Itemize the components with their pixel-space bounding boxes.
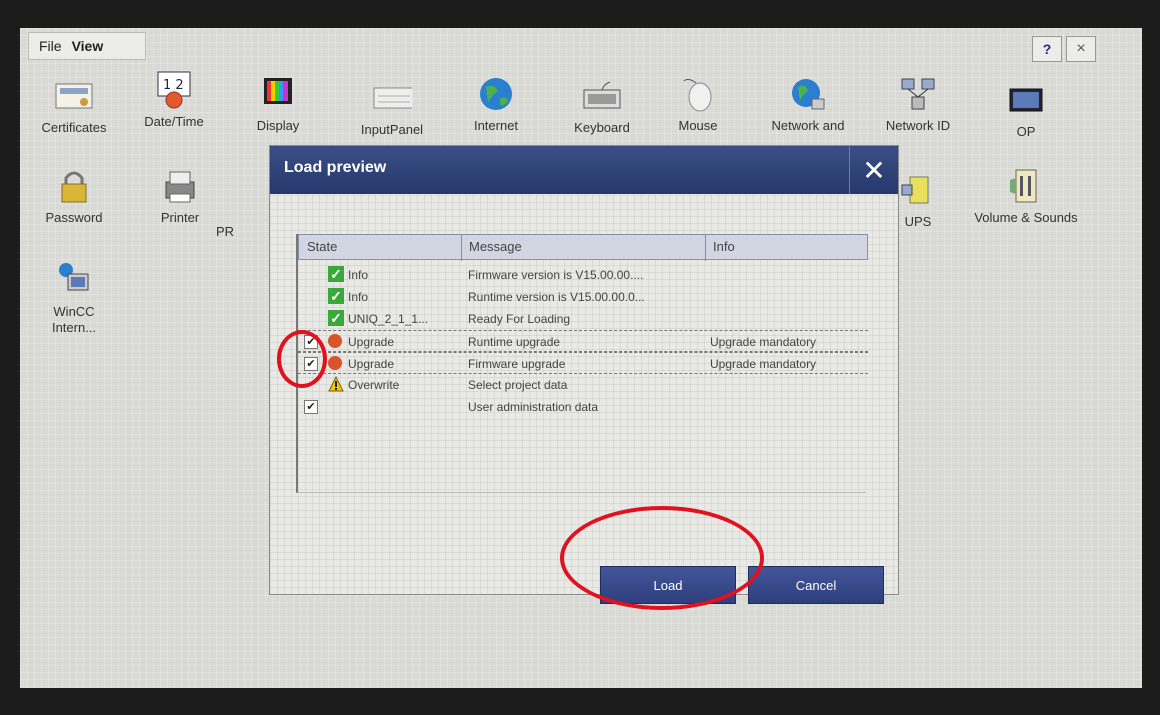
display-icon <box>258 76 298 112</box>
column-state[interactable]: State <box>307 239 337 254</box>
status-ok-icon: ✓ <box>328 266 344 282</box>
dialog-title-bar: Load preview ✕ <box>270 146 898 194</box>
certificate-icon <box>54 78 94 114</box>
table-row[interactable]: ✓ Info Firmware version is V15.00.00.... <box>298 264 868 286</box>
wincc-internet-icon <box>54 262 94 298</box>
network-globe-icon <box>788 76 828 112</box>
operator-panel-icon <box>1006 82 1046 118</box>
menu-file[interactable]: File <box>39 38 62 54</box>
dialog-close-button[interactable]: ✕ <box>849 146 898 194</box>
column-info[interactable]: Info <box>713 239 735 254</box>
calendar-clock-icon: 1 2 <box>154 71 194 109</box>
keyboard-icon <box>582 78 622 114</box>
table-header: State Message Info <box>298 234 868 261</box>
close-icon: × <box>1076 40 1086 57</box>
status-ok-icon: ✓ <box>328 310 344 326</box>
row-checkbox[interactable]: ✔ <box>304 335 318 349</box>
load-preview-table: State Message Info ✓ Info Firmware versi… <box>296 234 868 493</box>
keyboard-panel-icon <box>372 80 412 116</box>
upgrade-icon <box>328 356 342 370</box>
table-row[interactable]: ✔ Upgrade Firmware upgrade Upgrade manda… <box>298 352 868 374</box>
cp-item-password[interactable]: Password <box>22 168 126 226</box>
column-message[interactable]: Message <box>469 239 522 254</box>
load-button[interactable]: Load <box>600 566 736 604</box>
table-row[interactable]: ✓ UNIQ_2_1_1... Ready For Loading <box>298 308 868 330</box>
network-computers-icon <box>898 76 938 112</box>
cp-item-display[interactable]: Display <box>226 76 330 134</box>
cp-item-date-time[interactable]: 1 2 Date/Time <box>122 71 226 130</box>
ups-icon <box>898 172 938 208</box>
window-close-button[interactable]: × <box>1066 36 1096 62</box>
cancel-button[interactable]: Cancel <box>748 566 884 604</box>
cp-item-pr[interactable]: PR <box>216 224 256 240</box>
menu-view[interactable]: View <box>72 38 104 54</box>
cp-item-wincc-internet[interactable]: WinCC Intern... <box>22 262 126 336</box>
upgrade-icon <box>328 334 342 348</box>
hmi-screen: File View ? × Certificates 1 2 Date/Time… <box>20 28 1142 688</box>
cp-item-keyboard[interactable]: Keyboard <box>550 78 654 136</box>
cp-item-network-and[interactable]: Network and <box>756 76 860 134</box>
cp-item-internet[interactable]: Internet <box>444 76 548 134</box>
menu-bar: File View <box>28 32 146 60</box>
volume-icon <box>1006 168 1046 204</box>
load-preview-dialog: Load preview ✕ State Message Info ✓ Info… <box>270 146 898 604</box>
cp-item-volume-sounds[interactable]: Volume & Sounds <box>974 168 1078 226</box>
svg-text:1 2: 1 2 <box>163 78 184 93</box>
mouse-icon <box>678 76 718 112</box>
printer-icon <box>160 168 200 204</box>
cp-item-inputpanel[interactable]: InputPanel <box>340 80 444 138</box>
table-row[interactable]: ✔ Upgrade Runtime upgrade Upgrade mandat… <box>298 330 868 352</box>
cp-item-network-id[interactable]: Network ID <box>866 76 970 134</box>
status-ok-icon: ✓ <box>328 288 344 304</box>
cp-item-op[interactable]: OP <box>974 82 1078 140</box>
table-row[interactable]: ✔ User administration data <box>298 396 868 418</box>
dialog-title: Load preview <box>284 159 387 176</box>
row-checkbox[interactable]: ✔ <box>304 357 318 371</box>
lock-icon <box>54 168 94 204</box>
help-icon: ? <box>1042 41 1052 57</box>
row-checkbox[interactable]: ✔ <box>304 400 318 414</box>
table-row[interactable]: Overwrite Select project data <box>298 374 868 396</box>
warning-icon <box>328 375 344 395</box>
close-icon: ✕ <box>862 154 886 186</box>
cp-item-mouse[interactable]: Mouse <box>646 76 750 134</box>
globe-icon <box>476 76 516 112</box>
help-button[interactable]: ? <box>1032 36 1062 62</box>
cp-item-printer[interactable]: Printer <box>128 168 232 226</box>
cp-item-certificates[interactable]: Certificates <box>22 78 126 136</box>
table-row[interactable]: ✓ Info Runtime version is V15.00.00.0... <box>298 286 868 308</box>
